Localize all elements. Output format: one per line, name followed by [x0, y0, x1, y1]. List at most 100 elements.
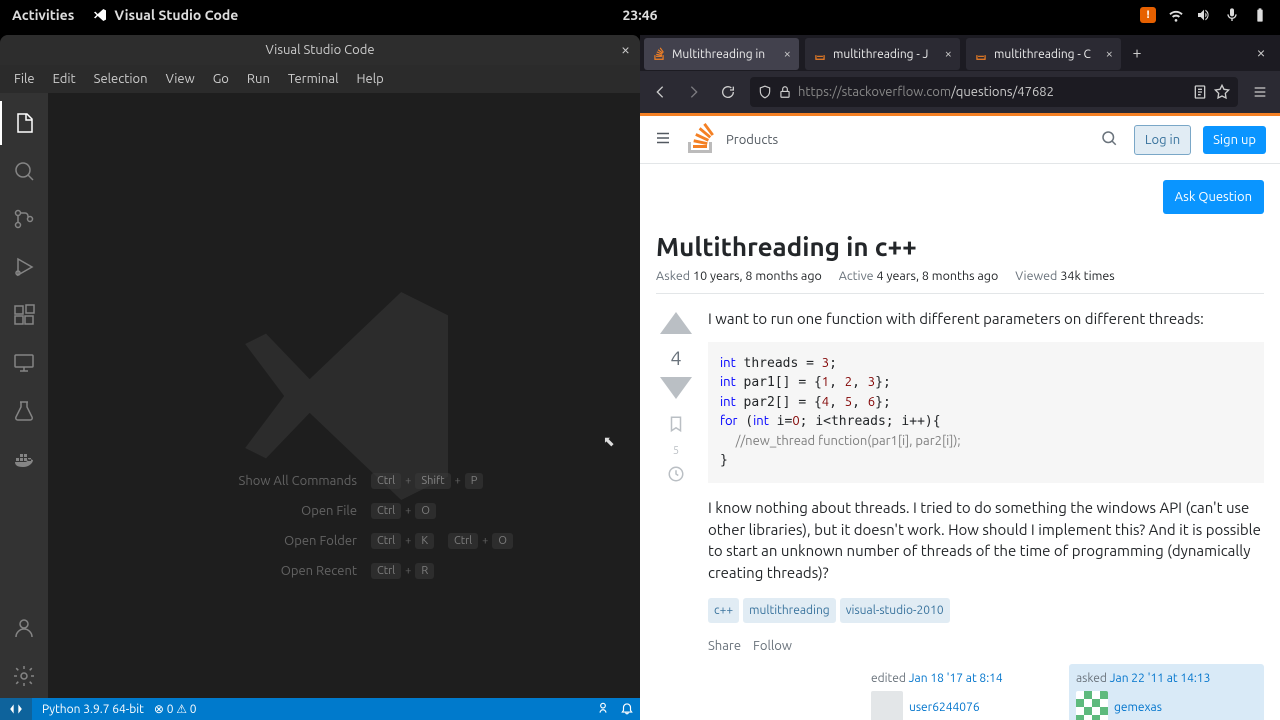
wifi-icon[interactable] — [1168, 7, 1184, 23]
menu-file[interactable]: File — [6, 70, 43, 88]
lock-icon — [778, 85, 792, 99]
menu-view[interactable]: View — [158, 70, 203, 88]
vote-score: 4 — [670, 346, 681, 369]
avatar[interactable] — [871, 691, 903, 720]
vscode-menubar: File Edit Selection View Go Run Terminal… — [0, 65, 640, 93]
bookmark-star-icon[interactable] — [1214, 84, 1230, 100]
avatar[interactable] — [1076, 691, 1108, 720]
question-paragraph: I know nothing about threads. I tried to… — [708, 497, 1264, 584]
so-favicon-icon — [652, 47, 666, 61]
menu-help[interactable]: Help — [348, 70, 391, 88]
browser-nav-toolbar: https://stackoverflow.com/questions/4768… — [640, 71, 1280, 113]
menu-edit[interactable]: Edit — [45, 70, 84, 88]
tab-label: multithreading - C — [994, 48, 1100, 61]
active-app-name: Visual Studio Code — [114, 7, 238, 23]
menu-run[interactable]: Run — [239, 70, 278, 88]
menu-selection[interactable]: Selection — [86, 70, 156, 88]
back-button[interactable] — [644, 76, 676, 108]
vscode-title-text: Visual Studio Code — [266, 43, 375, 57]
notifications-icon[interactable] — [620, 701, 634, 718]
so-menu-button[interactable] — [654, 129, 676, 151]
welcome-show-all-label: Show All Commands — [177, 474, 357, 488]
menu-terminal[interactable]: Terminal — [280, 70, 347, 88]
page-content[interactable]: Products Log in Sign up Ask Question Mul… — [640, 113, 1280, 720]
question-paragraph: I want to run one function with differen… — [708, 308, 1264, 330]
key: Ctrl — [371, 503, 401, 519]
reader-mode-icon[interactable] — [1192, 84, 1208, 100]
search-icon[interactable] — [0, 149, 48, 193]
new-tab-button[interactable]: + — [1123, 44, 1151, 62]
edit-time-link[interactable]: Jan 18 '17 at 8:14 — [909, 672, 1003, 685]
bookmark-button[interactable] — [667, 415, 685, 437]
ask-time-link[interactable]: Jan 22 '11 at 14:13 — [1110, 672, 1211, 685]
source-control-icon[interactable] — [0, 197, 48, 241]
upvote-button[interactable] — [658, 308, 694, 338]
activity-bar — [0, 93, 48, 698]
so-logo[interactable] — [688, 123, 714, 157]
tag[interactable]: visual-studio-2010 — [840, 598, 950, 623]
problems-status[interactable]: ⊗ 0 ⚠ 0 — [154, 702, 197, 716]
python-status[interactable]: Python 3.9.7 64-bit — [42, 703, 144, 716]
menu-go[interactable]: Go — [205, 70, 237, 88]
so-favicon-icon — [974, 47, 988, 61]
app-menu-button[interactable] — [1244, 76, 1276, 108]
signup-button[interactable]: Sign up — [1203, 126, 1266, 154]
follow-link[interactable]: Follow — [753, 637, 792, 656]
mouse-cursor-icon: ⬉ — [603, 433, 615, 450]
extensions-icon[interactable] — [0, 293, 48, 337]
share-link[interactable]: Share — [708, 637, 741, 656]
warning-tray-icon[interactable]: ! — [1140, 7, 1156, 23]
timeline-button[interactable] — [667, 465, 685, 487]
docker-icon[interactable] — [0, 437, 48, 481]
forward-button[interactable] — [678, 76, 710, 108]
battery-icon[interactable] — [1252, 7, 1268, 23]
downvote-button[interactable] — [658, 377, 694, 407]
key: Ctrl — [371, 563, 401, 579]
settings-gear-icon[interactable] — [0, 654, 48, 698]
so-search-icon[interactable] — [1100, 129, 1122, 151]
clock[interactable]: 23:46 — [622, 7, 657, 23]
url-bar[interactable]: https://stackoverflow.com/questions/4768… — [750, 77, 1238, 107]
reload-button[interactable] — [712, 76, 744, 108]
run-debug-icon[interactable] — [0, 245, 48, 289]
key: O — [492, 533, 513, 549]
explorer-icon[interactable] — [0, 101, 48, 145]
vscode-titlebar[interactable]: Visual Studio Code × — [0, 35, 640, 65]
remote-indicator[interactable] — [0, 698, 32, 720]
accounts-icon[interactable] — [0, 606, 48, 650]
tab-label: Multithreading in — [672, 48, 778, 61]
products-link[interactable]: Products — [726, 133, 778, 147]
activities-button[interactable]: Activities — [12, 7, 74, 23]
login-button[interactable]: Log in — [1134, 125, 1191, 155]
tag[interactable]: c++ — [708, 598, 739, 623]
asker-name[interactable]: gemexas — [1114, 699, 1162, 716]
key: Ctrl — [448, 533, 478, 549]
welcome-open-file-label: Open File — [177, 504, 357, 518]
feedback-icon[interactable] — [596, 701, 610, 718]
vscode-close-button[interactable]: × — [621, 41, 630, 59]
key: P — [465, 473, 484, 489]
browser-tab[interactable]: multithreading - C × — [966, 38, 1121, 70]
welcome-open-recent-label: Open Recent — [177, 564, 357, 578]
mic-icon[interactable] — [1224, 7, 1240, 23]
tag-list: c++ multithreading visual-studio-2010 — [708, 598, 1264, 623]
tab-close-button[interactable]: × — [1106, 47, 1113, 61]
tab-close-button[interactable]: × — [945, 47, 952, 61]
key: Shift — [415, 473, 450, 489]
browser-tab[interactable]: Multithreading in × — [644, 38, 799, 70]
so-header: Products Log in Sign up — [640, 116, 1280, 164]
tag[interactable]: multithreading — [743, 598, 836, 623]
vscode-window: Visual Studio Code × File Edit Selection… — [0, 35, 640, 720]
volume-icon[interactable] — [1196, 7, 1212, 23]
browser-tab[interactable]: multithreading - J × — [805, 38, 960, 70]
active-app-indicator[interactable]: Visual Studio Code — [92, 7, 238, 23]
remote-explorer-icon[interactable] — [0, 341, 48, 385]
bookmark-count: 5 — [673, 445, 679, 457]
key: Ctrl — [371, 533, 401, 549]
editor-name[interactable]: user6244076 — [909, 699, 980, 716]
testing-icon[interactable] — [0, 389, 48, 433]
ask-question-button[interactable]: Ask Question — [1163, 180, 1264, 214]
key: K — [415, 533, 434, 549]
tab-close-button[interactable]: × — [784, 47, 791, 61]
window-close-button[interactable]: × — [1242, 44, 1280, 62]
